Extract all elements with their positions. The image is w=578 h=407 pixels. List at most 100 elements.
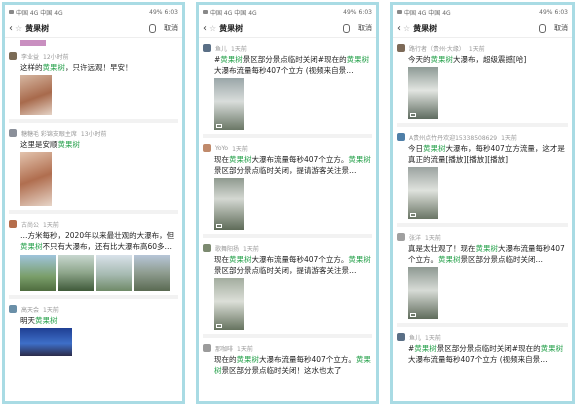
video-icon [216,324,222,328]
post-item[interactable]: 张洋 1天前 真是太壮观了！现在黄果树大瀑布流量每秒407个立方。黄果树景区部分景… [397,227,568,327]
signal-icon [397,10,402,14]
video-icon [410,213,416,217]
author-name[interactable]: 古尚公 [21,220,39,229]
star-icon[interactable]: ☆ [403,24,410,33]
search-input[interactable]: 黄果树 [413,23,539,34]
post-feed: 路行者（贵州·大缘） 1天前 今天的黄果树大瀑布，超级震撼[哈] A贵州点竹丹欢迎… [393,38,572,369]
search-bar: ‹ ☆ 黄果树 取消 [199,19,376,38]
search-input[interactable]: 黄果树 [25,23,149,34]
post-item[interactable]: 李业益 12小时前 这样的黄果树，只许远观！早安！ [9,46,178,123]
waterfall-video[interactable] [408,267,438,319]
post-item[interactable]: 歌舞阳扬 1天前 现在黄果树大瀑布流量每秒407个立方。黄果树景区部分景点临时关闭… [203,238,372,338]
clock-text: 6:03 [358,8,372,16]
avatar[interactable] [397,233,405,241]
phone-screen-3: 中国 4G 中国 4G 49% 6:03 ‹ ☆ 黄果树 取消 路行者（贵州·大缘… [390,2,575,404]
carrier-text: 中国 4G 中国 4G [404,9,451,17]
author-name[interactable]: A贵州点竹丹欢迎15338508629 [409,133,497,142]
author-name[interactable]: 鱼儿 [215,44,227,53]
avatar[interactable] [397,44,405,52]
phone-screen-2: 中国 4G 中国 4G 49% 6:03 ‹ ☆ 黄果树 取消 鱼儿 1天前 #黄果… [196,2,379,404]
post-time: 1天前 [237,345,253,353]
waterfall-photo[interactable] [20,75,52,115]
post-text: 这里是安顺黄果树 [20,140,80,149]
avatar[interactable] [9,220,17,228]
post-text: 现在黄果树大瀑布流量每秒407个立方。黄果树景区部分景点临时关闭，提请游客关注景… [214,255,371,275]
waterfall-photo[interactable] [20,152,52,206]
waterfall-video[interactable] [214,78,244,130]
battery-text: 49% [343,8,357,16]
cancel-button[interactable]: 取消 [358,23,372,33]
waterfall-photo[interactable] [58,255,94,291]
avatar[interactable] [203,344,211,352]
post-time: 1天前 [501,134,517,142]
clock-text: 6:03 [554,8,568,16]
post-item[interactable]: 鱼儿 1天前 #黄果树景区部分景点临时关闭#现在的黄果树大瀑布流量每秒407个立方… [203,38,372,138]
status-bar: 中国 4G 中国 4G 49% 6:03 [199,5,376,19]
post-text: …方米每秒，2020年以来最壮观的大瀑布，但黄果树不只有大瀑布，还有比大瀑布高6… [20,231,175,251]
author-name[interactable]: 歌舞阳扬 [215,244,239,253]
author-name[interactable]: YoYo [215,145,228,152]
status-bar: 中国 4G 中国 4G 49% 6:03 [393,5,572,19]
avatar[interactable] [9,52,17,60]
post-text: 今天的黄果树大瀑布，超级震撼[哈] [408,55,527,64]
post-time: 12小时前 [43,53,69,61]
post-item[interactable]: 路行者（贵州·大缘） 1天前 今天的黄果树大瀑布，超级震撼[哈] [397,38,568,127]
waterfall-video[interactable] [408,67,438,119]
back-icon[interactable]: ‹ [203,23,207,34]
signal-icon [9,10,14,14]
video-icon [216,124,222,128]
avatar[interactable] [397,133,405,141]
microphone-icon[interactable] [149,23,156,33]
waterfall-video[interactable] [408,167,438,219]
post-item[interactable]: 糖糖毛 彩锦支眼主席 13小时前 这里是安顺黄果树 [9,123,178,214]
avatar[interactable] [397,333,405,341]
microphone-icon[interactable] [539,23,546,33]
back-icon[interactable]: ‹ [9,23,13,34]
post-time: 13小时前 [80,130,107,138]
star-icon[interactable]: ☆ [15,24,22,33]
carrier-text: 中国 4G 中国 4G [16,9,63,17]
video-icon [216,224,222,228]
search-bar: ‹ ☆ 黄果树 取消 [393,19,572,38]
back-icon[interactable]: ‹ [397,23,401,34]
battery-text: 49% [539,8,553,16]
post-time: 1天前 [43,221,59,229]
post-text: #黄果树景区部分景点临时关闭#现在的黄果树大瀑布流量每秒407个立方 (视频来自… [214,55,370,75]
waterfall-video[interactable] [214,278,244,330]
avatar[interactable] [9,305,17,313]
avatar[interactable] [203,244,211,252]
microphone-icon[interactable] [343,23,350,33]
signal-icon [203,10,208,14]
post-item[interactable]: 那咖啡 1天前 现在的黄果树大瀑布流量每秒407个立方。黄果树景区部分景点临时关闭… [203,338,372,380]
search-input[interactable]: 黄果树 [219,23,343,34]
author-name[interactable]: 高天会 [21,305,39,314]
waterfall-video[interactable] [214,178,244,230]
post-item[interactable]: A贵州点竹丹欢迎15338508629 1天前 今日黄果树大瀑布，每秒407立方流… [397,127,568,227]
sky-photo[interactable] [20,328,72,356]
post-text: #黄果树景区部分景点临时关闭#现在的黄果树大瀑布流量每秒407个立方 (视频来自… [408,344,564,364]
avatar[interactable] [203,44,211,52]
star-icon[interactable]: ☆ [209,24,216,33]
post-item[interactable]: 高天会 1天前 明天黄果树 [9,299,178,360]
author-name[interactable]: 那咖啡 [215,344,233,353]
post-time: 1天前 [231,45,247,53]
carrier-text: 中国 4G 中国 4G [210,9,257,17]
avatar[interactable] [203,144,211,152]
author-name[interactable]: 糖糖毛 彩锦支眼主席 [21,129,77,138]
post-time: 1天前 [468,45,485,53]
author-name[interactable]: 张洋 [409,233,421,242]
landscape-photo[interactable] [96,255,132,291]
cancel-button[interactable]: 取消 [164,23,178,33]
author-name[interactable]: 李业益 [21,52,39,61]
post-item[interactable]: 古尚公 1天前 …方米每秒，2020年以来最壮观的大瀑布，但黄果树不只有大瀑布，还… [9,214,178,299]
author-name[interactable]: 路行者（贵州·大缘） [409,44,465,53]
landscape-photo[interactable] [134,255,170,291]
post-item[interactable]: YoYo 1天前 现在黄果树大瀑布流量每秒407个立方。黄果树景区部分景点临时关闭… [203,138,372,238]
post-item[interactable]: 鱼儿 1天前 #黄果树景区部分景点临时关闭#现在的黄果树大瀑布流量每秒407个立方… [397,327,568,369]
author-name[interactable]: 鱼儿 [409,333,421,342]
cancel-button[interactable]: 取消 [554,23,568,33]
landscape-photo[interactable] [20,255,56,291]
avatar[interactable] [9,129,17,137]
video-icon [410,113,416,117]
post-time: 1天前 [425,234,441,242]
